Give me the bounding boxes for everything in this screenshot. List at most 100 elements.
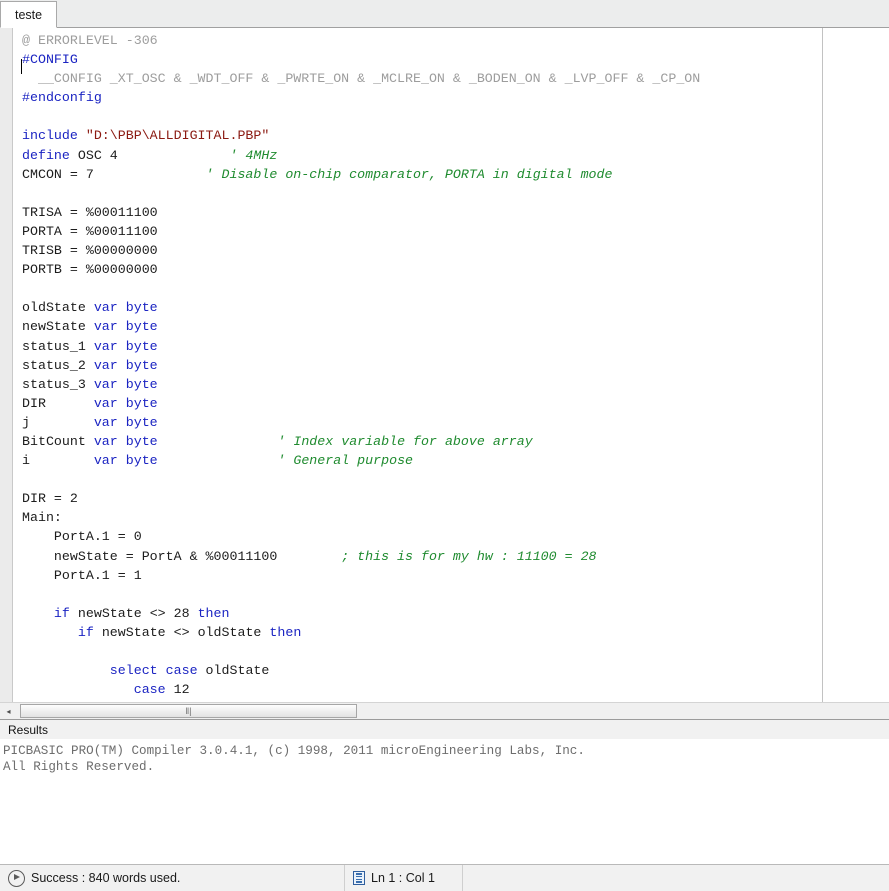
code-line: j var byte [22,413,889,432]
code-token [22,663,110,678]
code-line: status_3 var byte [22,375,889,394]
status-bar-caret-position: Ln 1 : Col 1 [345,865,463,891]
code-line: DIR var byte [22,394,889,413]
code-line: newState var byte [22,317,889,336]
code-token: status_1 [22,339,94,354]
document-icon [353,871,365,885]
status-bar-status-text: Success : 840 words used. [31,871,180,885]
code-line: PORTB = %00000000 [22,260,889,279]
code-line: TRISA = %00011100 [22,203,889,222]
code-token: DIR = 2 [22,491,78,506]
code-token: #CONFIG [22,52,78,67]
code-token: var byte [94,377,158,392]
code-line: BitCount var byte ' Index variable for a… [22,432,889,451]
code-text[interactable]: @ ERRORLEVEL -306 #CONFIG __CONFIG _XT_OS… [13,28,889,702]
code-token: var byte [94,453,158,468]
code-line: __CONFIG _XT_OSC & _WDT_OFF & _PWRTE_ON … [22,69,889,88]
code-token: DIR [22,396,94,411]
code-line: PORTA = %00011100 [22,222,889,241]
code-token: var byte [94,319,158,334]
scrollbar-thumb[interactable]: ‖| [20,704,357,718]
code-line [22,107,889,126]
code-token: PortA.1 = 1 [22,568,142,583]
status-bar-extra [463,865,889,891]
code-line: TRISB = %00000000 [22,241,889,260]
code-token: CMCON = 7 [22,167,206,182]
code-line: PortA.1 = 1 [22,566,889,585]
code-token: BitCount [22,434,94,449]
status-bar-lncol-text: Ln 1 : Col 1 [371,871,435,885]
code-token: TRISB = %00000000 [22,243,158,258]
code-token [158,434,278,449]
code-line [22,279,889,298]
code-token: if [78,625,102,640]
scrollbar-track[interactable]: ‖| [17,703,889,719]
code-line: Main: [22,508,889,527]
code-token: then [293,701,333,702]
code-line: PortA.1 = 0 [22,527,889,546]
code-token: @ ERRORLEVEL -306 [22,33,158,48]
results-title: Results [8,723,48,737]
code-token: var byte [94,339,158,354]
code-token: ' General purpose [277,453,413,468]
code-token [22,701,158,702]
code-line [22,642,889,661]
editor-gutter [0,28,13,702]
code-line: case 12 [22,680,889,699]
code-token [22,625,78,640]
code-token: newState = 20 [182,701,294,702]
code-token: 12 [174,682,190,697]
code-line: newState = PortA & %00011100 ; this is f… [22,547,889,566]
code-token: j [22,415,94,430]
code-token: DIR = 0 [333,701,389,702]
tab-label: teste [15,8,42,22]
code-token: oldState [206,663,270,678]
results-output: PICBASIC PRO(TM) Compiler 3.0.4.1, (c) 1… [0,739,889,848]
code-token: PORTB = %00000000 [22,262,158,277]
code-token: newState = PortA & %00011100 [22,549,341,564]
code-token [22,606,54,621]
code-token: status_3 [22,377,94,392]
code-line: status_2 var byte [22,356,889,375]
code-token: __CONFIG _XT_OSC & _WDT_OFF & _PWRTE_ON … [22,71,700,86]
code-token: PORTA = %00011100 [22,224,158,239]
code-editor[interactable]: @ ERRORLEVEL -306 #CONFIG __CONFIG _XT_OS… [0,28,889,702]
code-token: PortA.1 = 0 [22,529,142,544]
editor-horizontal-scrollbar[interactable]: ◂ ‖| [0,702,889,719]
code-token: then [198,606,230,621]
code-line: define OSC 4 ' 4MHz [22,146,889,165]
code-token: var byte [94,434,158,449]
code-token: define [22,148,78,163]
code-token: newState [22,319,94,334]
code-line: CMCON = 7 ' Disable on-chip comparator, … [22,165,889,184]
code-line: i var byte ' General purpose [22,451,889,470]
status-bar: Success : 840 words used. Ln 1 : Col 1 [0,864,889,891]
tab-teste[interactable]: teste [0,1,57,28]
code-token [22,682,134,697]
code-token: var byte [94,396,158,411]
code-line: @ ERRORLEVEL -306 [22,31,889,50]
code-line: include "D:\PBP\ALLDIGITAL.PBP" [22,126,889,145]
code-line: DIR = 2 [22,489,889,508]
code-token: Main: [22,510,62,525]
code-line [22,470,889,489]
code-token: select case [110,663,206,678]
code-token: if [54,606,78,621]
code-line [22,585,889,604]
code-token: #endconfig [22,90,102,105]
code-token: i [22,453,94,468]
scroll-left-arrow-icon[interactable]: ◂ [0,703,17,719]
code-token: ' 4MHz [229,148,277,163]
code-line: oldState var byte [22,298,889,317]
code-token: oldState [22,300,94,315]
status-bar-compile-status: Success : 840 words used. [0,865,345,891]
code-line: status_1 var byte [22,337,889,356]
code-token: include [22,128,86,143]
code-line [22,184,889,203]
code-token: newState <> 28 [78,606,198,621]
code-token: ' Index variable for above array [277,434,532,449]
code-line: #CONFIG [22,50,889,69]
code-token: var byte [94,358,158,373]
code-line: select case oldState [22,661,889,680]
code-line: if newState = 20 then DIR = 0 [22,699,889,702]
